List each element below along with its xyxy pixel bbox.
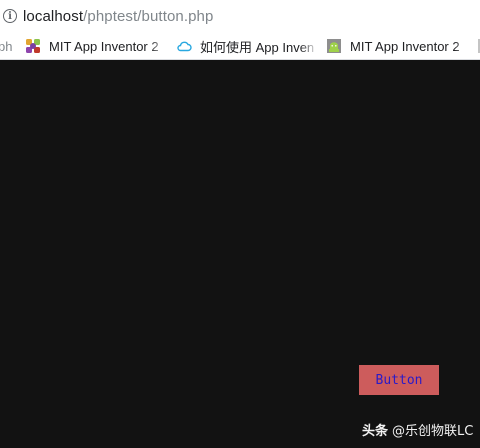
bookmark-label: MIT App Inventor 2 [49, 38, 159, 54]
watermark-handle: @乐创物联LC [392, 424, 474, 439]
address-bar[interactable]: i localhost/phptest/button.php [0, 0, 480, 32]
watermark: 头条 @乐创物联LC [362, 420, 473, 439]
info-icon[interactable]: i [3, 9, 17, 23]
bookmark-label: 如何使用 App Inventor [200, 39, 314, 55]
bookmark-fade [150, 32, 168, 59]
android-robot-icon [327, 39, 341, 53]
url-path: /phptest/button.php [83, 7, 214, 25]
bookmark-mit-app-inventor[interactable]: MIT App Inventor 2 [25, 32, 161, 59]
url-text[interactable]: localhost/phptest/button.php [23, 8, 213, 25]
bookmark-label: MIT App Inventor 2 [350, 38, 460, 54]
bookmarks-bar: ph MIT App Inventor 2 如何使用 App Inventor … [0, 32, 480, 60]
bookmark-how-to-use-app-inventor[interactable]: 如何使用 App Inventor [176, 32, 314, 59]
url-host: localhost [23, 7, 84, 25]
bookmark-fade [300, 32, 318, 59]
page-button[interactable]: Button [359, 365, 439, 395]
bookmark-fade [454, 32, 472, 59]
cloud-icon [177, 41, 192, 52]
bookmark-mit-app-inventor-2[interactable]: MIT App Inventor 2 [326, 32, 468, 59]
mit-app-inventor-icon [26, 39, 40, 53]
bookmark-fragment[interactable]: ph [0, 32, 12, 59]
watermark-brand: 头条 [362, 424, 389, 439]
